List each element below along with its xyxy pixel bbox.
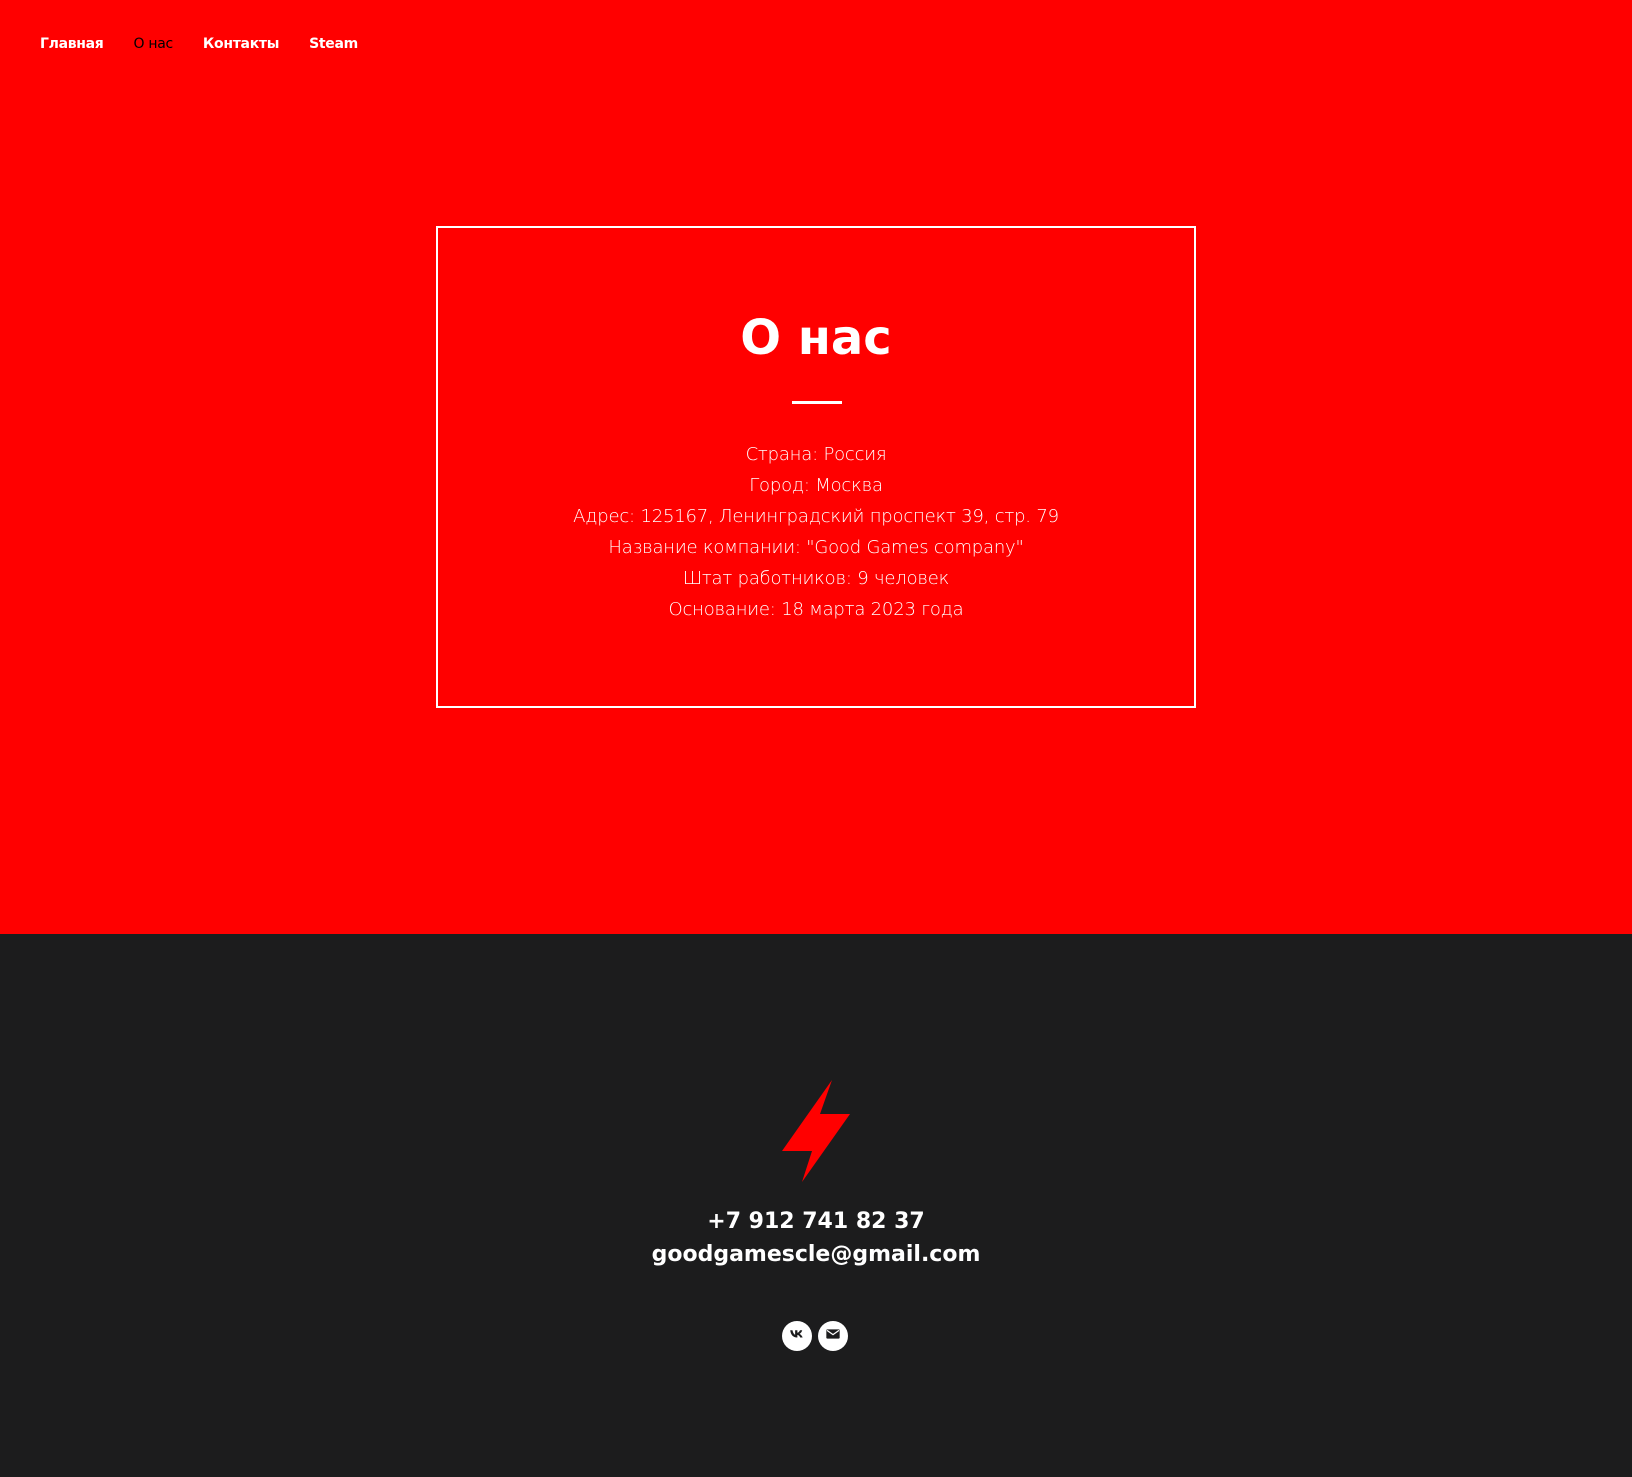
hero-section: Главная О нас Контакты Steam О нас Стран… xyxy=(0,0,1632,934)
nav-item-home[interactable]: Главная xyxy=(40,36,104,52)
lightning-bolt-icon xyxy=(776,1076,856,1186)
vk-icon xyxy=(788,1325,806,1348)
detail-founded: Основание: 18 марта 2023 года xyxy=(668,599,964,620)
about-title: О нас xyxy=(740,310,892,366)
about-details: Страна: Россия Город: Москва Адрес: 1251… xyxy=(438,439,1194,625)
top-navigation: Главная О нас Контакты Steam xyxy=(40,36,358,52)
footer: +7 912 741 82 37 goodgamescle@gmail.com xyxy=(0,934,1632,1477)
about-card: О нас Страна: Россия Город: Москва Адрес… xyxy=(436,226,1196,708)
detail-country: Страна: Россия xyxy=(745,444,887,465)
detail-city: Город: Москва xyxy=(749,475,883,496)
detail-staff: Штат работников: 9 человек xyxy=(682,568,950,589)
detail-company-name: Название компании: "Good Games company" xyxy=(608,537,1024,558)
mail-icon xyxy=(825,1326,841,1347)
footer-email[interactable]: goodgamescle@gmail.com xyxy=(0,1239,1632,1271)
nav-item-about[interactable]: О нас xyxy=(134,36,174,52)
detail-address: Адрес: 125167, Ленинградский проспект 39… xyxy=(573,506,1059,527)
nav-item-contacts[interactable]: Контакты xyxy=(203,36,279,52)
mail-link[interactable] xyxy=(818,1321,848,1351)
title-divider xyxy=(792,401,842,404)
footer-phone[interactable]: +7 912 741 82 37 xyxy=(0,1206,1632,1238)
vk-link[interactable] xyxy=(782,1321,812,1351)
nav-item-steam[interactable]: Steam xyxy=(309,36,358,52)
social-links xyxy=(782,1321,848,1351)
